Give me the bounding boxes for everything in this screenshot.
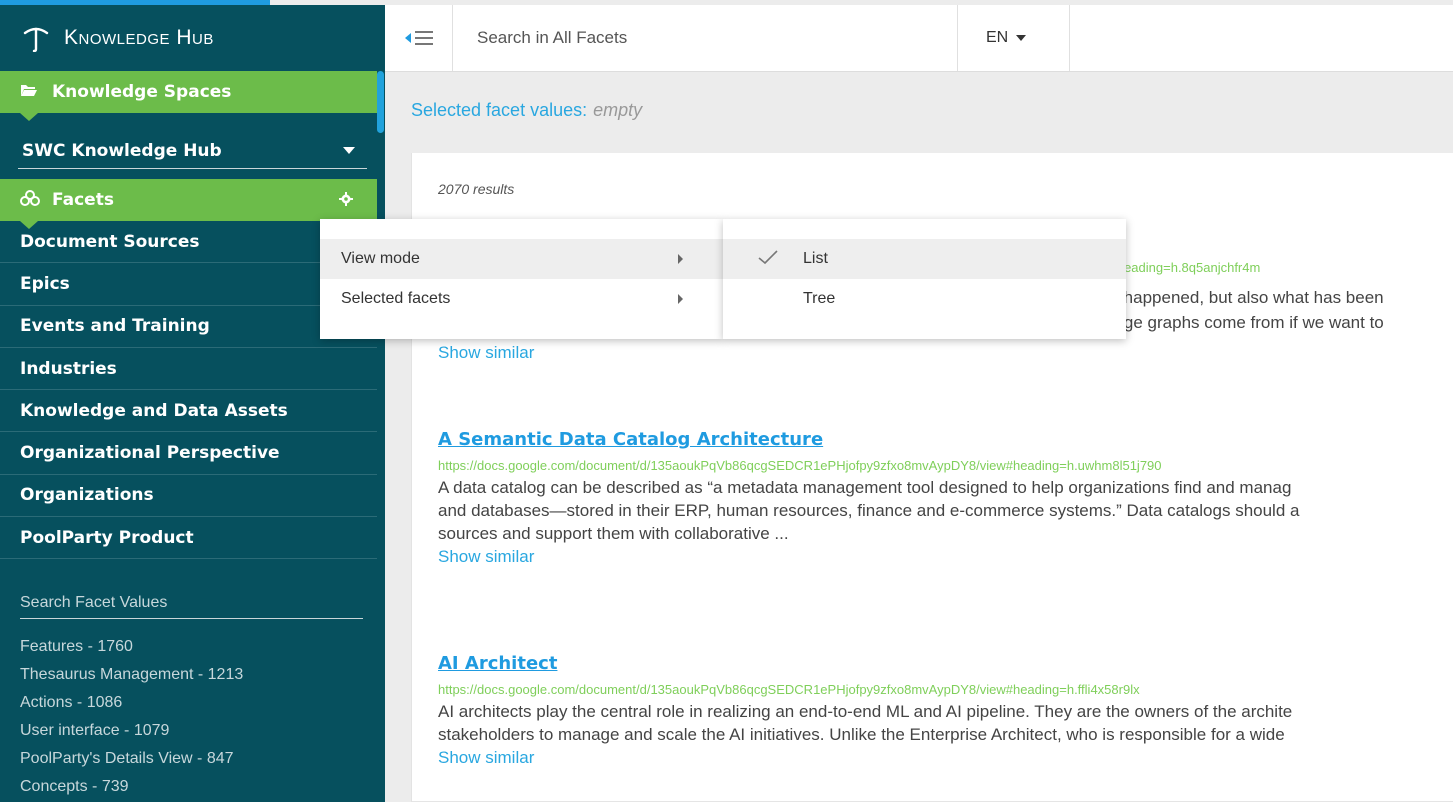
submenu-item-label: Tree [803,290,836,307]
chevron-down-icon [1016,35,1027,41]
knowledge-spaces-label: Knowledge Spaces [52,82,232,102]
facet-item-industries[interactable]: Industries [0,348,377,391]
facets-header[interactable]: Facets [0,179,377,229]
facet-value-search-input[interactable] [20,594,363,613]
result-title-link[interactable]: AI Architect [438,653,1448,674]
menu-item-view-mode[interactable]: View mode [320,239,723,279]
facet-item-knowledge-and-data-assets[interactable]: Knowledge and Data Assets [0,390,377,433]
language-select[interactable]: EN [958,5,1070,71]
result-item: A Semantic Data Catalog Architecture htt… [438,429,1448,568]
sidebar: Knowledge Hub Knowledge Spaces SWC Knowl… [0,5,385,802]
result-url[interactable]: https://docs.google.com/document/d/135ao… [438,682,1448,697]
gear-icon[interactable] [339,191,353,210]
menu-item-label: Selected facets [341,290,451,307]
result-description: sources and support them with collaborat… [438,524,789,543]
folder-open-icon [20,83,40,101]
global-search [453,5,958,71]
submenu-item-tree[interactable]: Tree [723,279,1126,319]
checkmark-icon [758,250,778,265]
chevron-right-icon [678,294,683,304]
result-description: AI architects play the central role in r… [438,702,1293,721]
result-description: stakeholders to manage and scale the AI … [438,725,1285,744]
facet-value-item[interactable]: Actions - 1086 [20,689,385,717]
top-header: EN [385,5,1453,72]
result-url[interactable]: https://docs.google.com/document/d/135ao… [438,458,1448,473]
knowledge-space-select[interactable]: SWC Knowledge Hub [18,133,367,169]
menu-lines-icon [414,31,433,45]
view-mode-submenu: List Tree [723,219,1126,339]
sidebar-toggle-button[interactable] [385,5,453,71]
facet-item-organizations[interactable]: Organizations [0,475,377,518]
menu-item-label: View mode [341,250,420,267]
result-description: as happened, but also what has been [1101,288,1384,307]
facet-value-item[interactable]: Concepts - 739 [20,773,385,801]
show-similar-link[interactable]: Show similar [438,545,1448,568]
chevron-down-icon [343,147,355,154]
menu-item-selected-facets[interactable]: Selected facets [320,279,723,319]
result-description: A data catalog can be described as “a me… [438,478,1292,497]
result-title-link[interactable]: A Semantic Data Catalog Architecture [438,429,1448,450]
language-label: EN [986,29,1009,46]
results-count: 2070 results [438,181,515,197]
facet-value-list: Features - 1760 Thesaurus Management - 1… [0,633,385,801]
facet-item-poolparty-product[interactable]: PoolParty Product [0,517,377,560]
knowledge-hub-logo-icon [23,27,49,52]
result-item: AI Architect https://docs.google.com/doc… [438,653,1448,769]
sidebar-scrollbar[interactable] [377,71,384,133]
facets-cluster-icon [20,190,40,210]
facet-options-menu: View mode Selected facets [320,219,723,339]
facet-value-search [20,587,363,620]
facets-label: Facets [52,190,114,210]
selected-facet-values-empty: empty [593,100,643,120]
facet-value-item[interactable]: PoolParty's Details View - 847 [20,745,385,773]
knowledge-spaces-header[interactable]: Knowledge Spaces [0,71,377,121]
facet-value-item[interactable]: User interface - 1079 [20,717,385,745]
result-description: and databases—stored in their ERP, human… [438,501,1300,520]
selected-facet-values: Selected facet values: empty [411,100,642,121]
brand[interactable]: Knowledge Hub [0,5,385,71]
facet-value-item[interactable]: Thesaurus Management - 1213 [20,661,385,689]
global-search-input[interactable] [477,28,957,48]
facet-item-organizational-perspective[interactable]: Organizational Perspective [0,432,377,475]
submenu-item-list[interactable]: List [723,239,1126,279]
facet-value-item[interactable]: Features - 1760 [20,633,385,661]
show-similar-link[interactable]: Show similar [438,746,1448,769]
result-description: edge graphs come from if we want to [1105,313,1384,332]
collapse-arrow-icon [404,33,411,43]
brand-title: Knowledge Hub [64,26,214,49]
submenu-item-label: List [803,250,828,267]
selected-space-label: SWC Knowledge Hub [22,140,222,161]
chevron-right-icon [678,254,683,264]
show-similar-link[interactable]: Show similar [438,343,534,363]
selected-facet-values-label: Selected facet values: [411,100,588,120]
